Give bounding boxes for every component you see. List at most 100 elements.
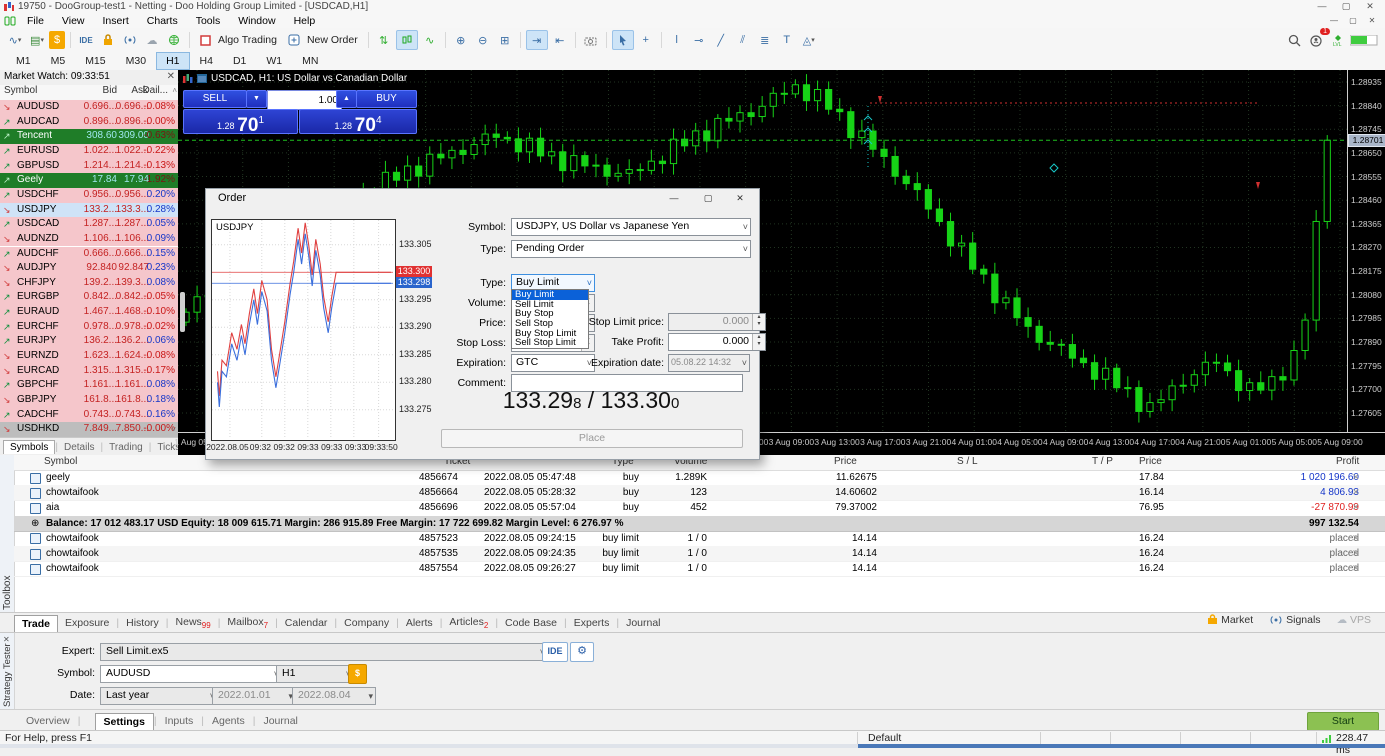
table-row[interactable]: chowtaifook48566642022.08.05 05:28:32buy… xyxy=(14,485,1385,501)
table-row[interactable]: aia48566962022.08.05 05:57:04buy45279.37… xyxy=(14,500,1385,516)
market-watch-row[interactable]: ↘GBPJPY161.8...161.8...0.18% xyxy=(0,393,178,408)
market-watch-row[interactable]: ↗AUDCAD0.896...0.896...-0.00% xyxy=(0,115,178,130)
vertical-line-icon[interactable]: ǀ xyxy=(667,31,687,49)
market-watch-close-icon[interactable]: ✕ xyxy=(167,71,175,82)
tester-tab-agents[interactable]: Agents xyxy=(204,713,253,729)
toolbox-tab-mailbox[interactable]: Mailbox7 xyxy=(220,614,275,632)
tester-tab-overview[interactable]: Overview xyxy=(18,713,78,729)
profile-name[interactable]: Default xyxy=(868,732,901,744)
algo-trading-icon[interactable] xyxy=(195,31,215,49)
market-item[interactable]: Market xyxy=(1207,614,1253,626)
auto-scroll-icon[interactable]: ⇥ xyxy=(526,30,548,50)
toolbox-tab-news[interactable]: News99 xyxy=(169,614,218,632)
notifications-bell-icon[interactable]: 1 xyxy=(1306,31,1326,49)
column-header[interactable]: T / P xyxy=(1092,456,1113,467)
market-watch-row[interactable]: ↗EURCHF0.978...0.978...-0.02% xyxy=(0,320,178,335)
timeframe-mn[interactable]: MN xyxy=(292,52,328,70)
market-watch-tab-details[interactable]: Details xyxy=(58,441,101,454)
zoom-in-icon[interactable]: ⊕ xyxy=(451,31,471,49)
column-header[interactable]: Price xyxy=(1139,456,1162,467)
expert-select[interactable]: Sell Limit.ex5˅ xyxy=(100,643,548,661)
signals-item[interactable]: Signals xyxy=(1269,614,1320,626)
start-button[interactable]: Start xyxy=(1307,712,1379,731)
menu-tools[interactable]: Tools xyxy=(187,14,230,28)
candle-chart-mode-icon[interactable] xyxy=(396,30,418,50)
market-watch-row[interactable]: ↘CHFJPY139.2...139.3...0.08% xyxy=(0,276,178,291)
toolbox-tab-experts[interactable]: Experts xyxy=(567,615,617,631)
market-lock-icon[interactable] xyxy=(98,31,118,49)
horizontal-line-icon[interactable]: ⊸ xyxy=(689,31,709,49)
tester-tab-settings[interactable]: Settings xyxy=(95,713,154,730)
table-row[interactable]: chowtaifook48575542022.08.05 09:26:27buy… xyxy=(14,561,1385,577)
scroll-down-icon[interactable]: ˅ xyxy=(171,425,176,434)
restore-button[interactable]: ▢ xyxy=(1335,0,1357,13)
ide-button[interactable]: IDE xyxy=(542,642,568,662)
market-watch-row[interactable]: ↗GBPCHF1.161...1.161...0.08% xyxy=(0,378,178,393)
minimize-button[interactable]: — xyxy=(1311,0,1333,13)
new-order-icon[interactable] xyxy=(284,31,304,49)
menu-charts[interactable]: Charts xyxy=(138,14,187,28)
date-range-select[interactable]: Last year˅ xyxy=(100,687,218,705)
menu-help[interactable]: Help xyxy=(285,14,325,28)
profiles-icon[interactable]: ▤▾ xyxy=(27,31,47,49)
market-watch-row[interactable]: ↗Geely17.8417.94-1.92% xyxy=(0,173,178,188)
symbol-select[interactable]: USDJPY, US Dollar vs Japanese Yen˅ xyxy=(511,218,751,236)
sell-price-display[interactable]: 1.28 701 xyxy=(183,109,298,134)
market-watch-tab-trading[interactable]: Trading xyxy=(103,441,149,454)
buy-button[interactable]: BUY xyxy=(356,90,417,108)
market-watch-row[interactable]: ↘EURNZD1.623...1.624...-0.08% xyxy=(0,349,178,364)
close-button[interactable]: ✕ xyxy=(1359,0,1381,13)
table-row[interactable]: chowtaifook48575232022.08.05 09:24:15buy… xyxy=(14,531,1385,547)
menu-window[interactable]: Window xyxy=(229,14,284,28)
chart-shift-icon[interactable]: ⇤ xyxy=(550,31,570,49)
ide-icon[interactable]: IDE xyxy=(76,31,96,49)
toolbox-tab-articles[interactable]: Articles2 xyxy=(442,614,495,632)
volume-up-button[interactable]: ▲ xyxy=(336,90,357,108)
market-watch-row[interactable]: ↗AUDCHF0.666...0.666...0.15% xyxy=(0,247,178,262)
timeframe-m5[interactable]: M5 xyxy=(41,52,76,70)
close-position-icon[interactable]: ✕ xyxy=(1352,485,1360,500)
market-watch-row[interactable]: ↗EURAUD1.467...1.468...-0.10% xyxy=(0,305,178,320)
search-icon[interactable] xyxy=(1284,31,1304,49)
channel-icon[interactable]: ⫽ xyxy=(733,31,753,49)
buy-price-display[interactable]: 1.28 704 xyxy=(299,109,417,134)
dialog-close-icon[interactable]: ✕ xyxy=(729,191,751,205)
price-axis[interactable]: 1.289351.288401.287451.286501.285551.284… xyxy=(1347,70,1385,432)
toolbox-tab-journal[interactable]: Journal xyxy=(619,615,667,631)
table-row[interactable]: geely48566742022.08.05 05:47:48buy1.289K… xyxy=(14,470,1385,486)
market-watch-row[interactable]: ↘AUDNZD1.106...1.106...0.09% xyxy=(0,232,178,247)
tester-tab-journal[interactable]: Journal xyxy=(255,713,305,729)
market-watch-row[interactable]: ↘EURCAD1.315...1.315...-0.17% xyxy=(0,364,178,379)
tile-windows-icon[interactable]: ⊞ xyxy=(495,31,515,49)
column-bid[interactable]: Bid xyxy=(103,85,117,96)
menu-insert[interactable]: Insert xyxy=(94,14,138,28)
chart-window-icon[interactable]: ∿▾ xyxy=(5,31,25,49)
market-watch-row[interactable]: ↘USDHKD7.849...7.850...-0.00% xyxy=(0,422,178,437)
scroll-up-icon[interactable]: ˄ xyxy=(172,86,177,95)
vps-cloud-icon[interactable]: ☁ xyxy=(142,31,162,49)
level-icon[interactable]: LVL xyxy=(1328,31,1348,49)
timeframe-m1[interactable]: M1 xyxy=(6,52,41,70)
timeframe-h1[interactable]: H1 xyxy=(156,52,189,70)
take-profit-field[interactable]: 0.000▴▾ xyxy=(668,333,766,351)
close-position-icon[interactable]: ✕ xyxy=(1352,470,1360,485)
tester-close-icon[interactable]: ✕ xyxy=(3,635,10,644)
timeframe-d1[interactable]: D1 xyxy=(223,52,256,70)
market-watch-toggle-icon[interactable]: $ xyxy=(49,31,65,49)
algo-trading-label[interactable]: Algo Trading xyxy=(218,34,277,46)
menu-view[interactable]: View xyxy=(53,14,94,28)
dialog-minimize-icon[interactable]: — xyxy=(663,191,685,205)
close-position-icon[interactable]: ✕ xyxy=(1352,561,1360,576)
line-chart-mode-icon[interactable]: ∿ xyxy=(420,31,440,49)
timeframe-w1[interactable]: W1 xyxy=(256,52,292,70)
text-tool-icon[interactable]: T xyxy=(777,31,797,49)
volume-down-button[interactable]: ▼ xyxy=(246,90,267,108)
close-position-icon[interactable]: ✕ xyxy=(1352,531,1360,546)
tester-symbol-select[interactable]: AUDUSD˅ xyxy=(100,665,282,683)
dialog-maximize-icon[interactable]: ▢ xyxy=(697,191,719,205)
toolbox-tab-exposure[interactable]: Exposure xyxy=(58,615,116,631)
market-watch-row[interactable]: ↗Tencent308.60309.00-0.63% xyxy=(0,129,178,144)
market-watch-row[interactable]: ↗EURGBP0.842...0.842...-0.05% xyxy=(0,290,178,305)
toolbox-tab-company[interactable]: Company xyxy=(337,615,396,631)
market-watch-row[interactable]: ↘USDJPY133.2...133.3...0.28% xyxy=(0,203,178,218)
